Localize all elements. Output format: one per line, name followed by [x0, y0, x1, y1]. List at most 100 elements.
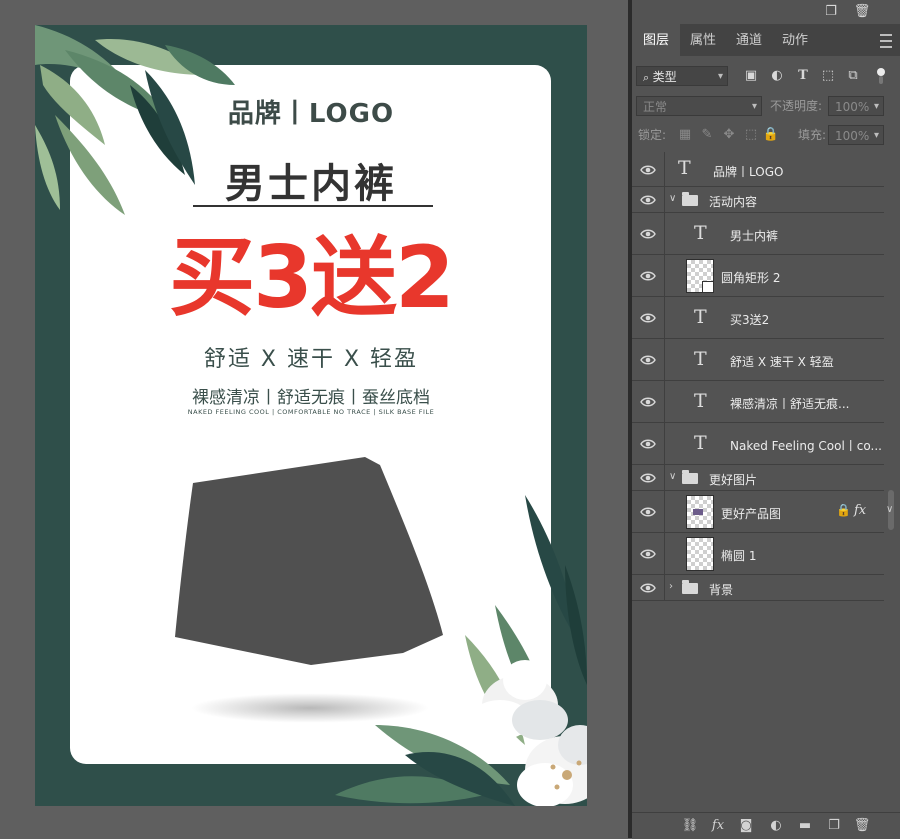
chevron-down-icon[interactable]: ∨	[669, 471, 676, 482]
opacity-value: 100%	[835, 100, 870, 114]
lock-artboard-icon[interactable]: ⬚	[742, 126, 760, 144]
lock-transparency-icon[interactable]: ▦	[676, 126, 694, 144]
layer-filter-row: ⌕ 类型 ▾ ▣ ◐ T ⬚ ⧉	[632, 64, 900, 92]
layers-panel: 图层 属性 通道 动作 ⌕ 类型 ▾ ▣ ◐ T ⬚ ⧉ 正常 ▾ 不透明度: …	[632, 24, 900, 838]
panel-menu-icon[interactable]	[880, 34, 892, 48]
layer-group-row[interactable]: › 背景	[632, 575, 884, 601]
eye-icon[interactable]	[640, 504, 656, 520]
fx-icon[interactable]: fx	[709, 817, 727, 835]
filter-text-icon[interactable]: T	[794, 67, 812, 85]
folder-icon	[682, 580, 698, 594]
eye-icon[interactable]	[640, 352, 656, 368]
chevron-down-icon[interactable]: ∨	[886, 504, 893, 515]
fill-label: 填充:	[798, 128, 827, 142]
chevron-down-icon: ▾	[717, 71, 723, 82]
text-layer-icon: T	[694, 348, 707, 370]
eye-icon[interactable]	[640, 546, 656, 562]
layer-name: 品牌丨LOGO	[713, 165, 784, 179]
filter-toggle-icon[interactable]	[874, 68, 890, 84]
layer-row[interactable]: T 裸感清凉丨舒适无痕...	[632, 381, 884, 423]
layer-name: 男士内裤	[730, 229, 779, 243]
layer-row[interactable]: 更好产品图 🔒 fx	[632, 491, 884, 533]
chevron-down-icon: ▾	[751, 101, 757, 112]
layer-group-row[interactable]: ∨ 活动内容	[632, 187, 884, 213]
new-document-icon[interactable]: ❐	[822, 3, 840, 21]
link-icon[interactable]: ⛓	[681, 817, 699, 835]
layer-name: 圆角矩形 2	[721, 271, 781, 285]
lock-position-icon[interactable]: ✥	[720, 126, 738, 144]
layer-filter-select[interactable]: ⌕ 类型 ▾	[636, 66, 728, 86]
layer-name: Naked Feeling Cool丨co...	[730, 439, 882, 453]
folder-icon	[682, 192, 698, 206]
filter-adjustment-icon[interactable]: ◐	[768, 67, 786, 85]
layer-group-row[interactable]: ∨ 更好图片	[632, 465, 884, 491]
eye-icon[interactable]	[640, 310, 656, 326]
text-layer-icon: T	[694, 222, 707, 244]
fx-icon[interactable]: fx	[854, 503, 866, 518]
lock-paint-icon[interactable]: ✎	[698, 126, 716, 144]
layer-row[interactable]: 圆角矩形 2	[632, 255, 884, 297]
layer-row[interactable]: 椭圆 1	[632, 533, 884, 575]
tab-channels[interactable]: 通道	[726, 24, 772, 56]
layers-bottom-toolbar: ⛓ fx ◙ ◐ ▬ ❐ 🗑	[632, 812, 900, 839]
lock-all-icon[interactable]: 🔒	[762, 126, 780, 144]
tab-layers[interactable]: 图层	[632, 24, 680, 56]
eye-icon[interactable]	[640, 268, 656, 284]
chevron-right-icon[interactable]: ›	[669, 581, 673, 592]
text-layer-icon: T	[694, 432, 707, 454]
lock-label: 锁定:	[638, 128, 667, 142]
layer-row[interactable]: T 品牌丨LOGO	[632, 152, 884, 187]
panel-top-strip: ❐ 🗑	[632, 0, 900, 24]
mask-icon[interactable]: ◙	[737, 817, 755, 835]
eye-icon[interactable]	[640, 162, 656, 178]
layer-row[interactable]: T Naked Feeling Cool丨co...	[632, 423, 884, 465]
eye-icon[interactable]	[640, 580, 656, 596]
eye-icon[interactable]	[640, 192, 656, 208]
text-layer-icon: T	[694, 390, 707, 412]
trash-icon[interactable]: 🗑	[853, 3, 871, 21]
canvas-area[interactable]: 品牌丨LOGO 男士内裤 买3送2 舒适 X 速干 X 轻盈 裸感清凉丨舒适无痕…	[0, 0, 628, 838]
trash-icon[interactable]: 🗑	[853, 817, 871, 835]
fill-value: 100%	[835, 129, 870, 143]
filter-smart-object-icon[interactable]: ⧉	[844, 67, 862, 85]
filter-shape-icon[interactable]: ⬚	[819, 67, 837, 85]
layer-name: 裸感清凉丨舒适无痕...	[730, 397, 850, 411]
eye-icon[interactable]	[640, 436, 656, 452]
opacity-input[interactable]: 100% ▾	[828, 96, 884, 116]
group-name: 更好图片	[709, 473, 758, 487]
product-thumbnail-icon	[693, 509, 703, 515]
new-layer-icon[interactable]: ❐	[825, 817, 843, 835]
shape-layer-icon	[702, 281, 714, 293]
adjustment-icon[interactable]: ◐	[767, 817, 785, 835]
blend-mode-value: 正常	[643, 100, 668, 114]
tab-properties[interactable]: 属性	[680, 24, 726, 56]
layer-name: 更好产品图	[721, 507, 782, 521]
blend-mode-select[interactable]: 正常 ▾	[636, 96, 762, 116]
layer-thumbnail	[686, 259, 714, 293]
eye-icon[interactable]	[640, 226, 656, 242]
layer-filter-value: 类型	[652, 70, 677, 84]
text-layer-icon: T	[678, 157, 691, 179]
group-icon[interactable]: ▬	[796, 817, 814, 835]
layer-name: 椭圆 1	[721, 549, 757, 563]
layers-scrollbar[interactable]: ∨	[884, 152, 900, 602]
poster-artboard[interactable]: 品牌丨LOGO 男士内裤 买3送2 舒适 X 速干 X 轻盈 裸感清凉丨舒适无痕…	[35, 25, 587, 806]
layer-row[interactable]: T 舒适 X 速干 X 轻盈	[632, 339, 884, 381]
eye-icon[interactable]	[640, 394, 656, 410]
panel-tab-bar: 图层 属性 通道 动作	[632, 24, 900, 56]
chevron-down-icon: ▾	[873, 130, 879, 141]
product-image-underwear[interactable]	[35, 25, 587, 806]
lock-icon: 🔒	[836, 503, 851, 517]
layer-row[interactable]: T 男士内裤	[632, 213, 884, 255]
layer-name: 舒适 X 速干 X 轻盈	[730, 355, 834, 369]
tab-actions[interactable]: 动作	[772, 24, 818, 56]
layer-name: 买3送2	[730, 313, 770, 327]
filter-image-icon[interactable]: ▣	[742, 67, 760, 85]
search-icon: ⌕	[643, 71, 653, 84]
chevron-down-icon[interactable]: ∨	[669, 193, 676, 204]
folder-icon	[682, 470, 698, 484]
eye-icon[interactable]	[640, 470, 656, 486]
fill-input[interactable]: 100% ▾	[828, 125, 884, 145]
layer-row[interactable]: T 买3送2	[632, 297, 884, 339]
layer-thumbnail	[686, 537, 714, 571]
